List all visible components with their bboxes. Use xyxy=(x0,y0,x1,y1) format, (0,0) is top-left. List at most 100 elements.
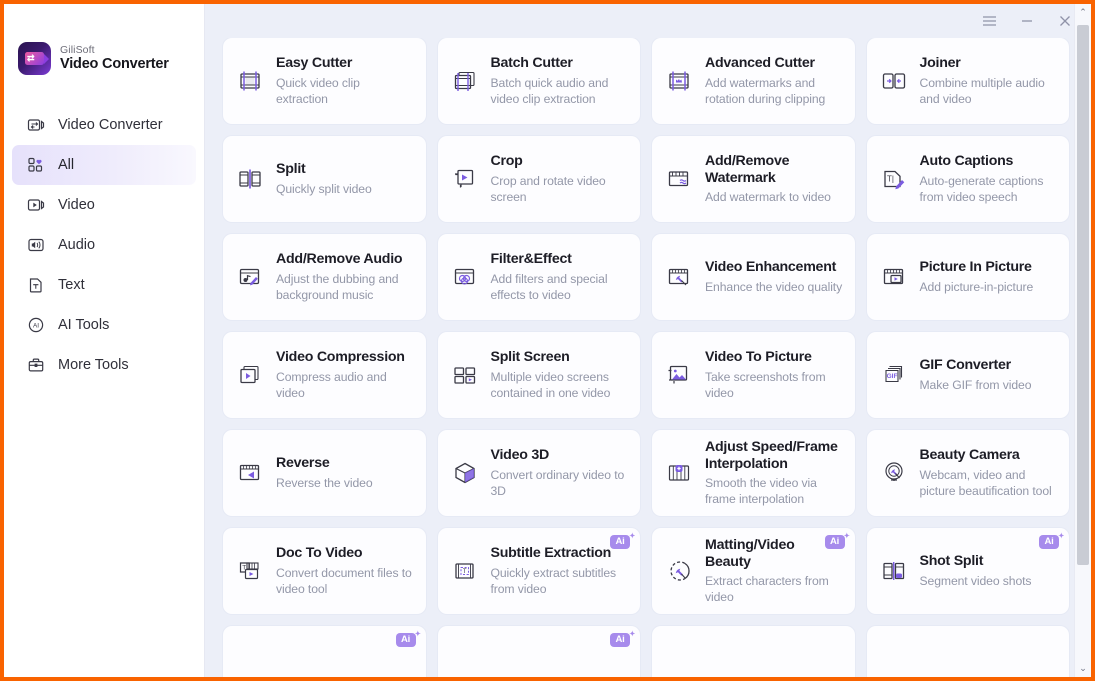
tool-card[interactable]: Ai xyxy=(223,626,426,677)
tool-card-text: Crop Crop and rotate video screen xyxy=(491,153,629,205)
vertical-scrollbar[interactable]: ⌃ ⌄ xyxy=(1074,4,1091,677)
tool-card[interactable]: T Subtitle Extraction Quickly extract subt… xyxy=(437,528,640,614)
tool-card[interactable]: Matting/Video Beauty Extract characters f… xyxy=(652,528,855,614)
tool-card[interactable]: Add/Remove Audio Adjust the dubbing and b… xyxy=(223,234,426,320)
tool-card-description: Multiple video screens contained in one … xyxy=(490,369,611,400)
tool-card[interactable] xyxy=(866,626,1069,677)
titlebar xyxy=(205,4,1091,38)
tool-card[interactable]: Ai xyxy=(437,626,640,677)
tool-card[interactable]: Split Quickly split video xyxy=(223,136,426,222)
tool-card[interactable]: Batch Cutter Batch quick audio and video … xyxy=(437,38,640,124)
scroll-down-arrow[interactable]: ⌄ xyxy=(1075,660,1091,677)
tool-card-text: Adjust Speed/Frame Interpolation Smooth t… xyxy=(705,439,843,508)
tool-card-description: Crop and rotate video screen xyxy=(490,173,606,204)
tool-card[interactable]: Shot Split Segment video shots Ai xyxy=(866,528,1069,614)
tool-card[interactable]: Filter&Effect Add filters and special eff… xyxy=(437,234,640,320)
tool-card-description: Make GIF from video xyxy=(919,377,1032,392)
tool-icon xyxy=(235,654,265,677)
tool-card[interactable]: Split Screen Multiple video screens conta… xyxy=(437,332,640,418)
tool-card[interactable]: T| Auto Captions Auto-generate captions fr… xyxy=(866,136,1069,222)
tool-card[interactable]: GIF GIF Converter Make GIF from video xyxy=(866,332,1069,418)
tool-card-title: Beauty Camera xyxy=(919,447,1020,464)
tool-card[interactable] xyxy=(652,626,855,677)
tool-card[interactable]: Adjust Speed/Frame Interpolation Smooth t… xyxy=(652,430,855,516)
tool-card[interactable]: Picture In Picture Add picture-in-picture xyxy=(866,234,1069,320)
tool-card-title: Add/Remove Watermark xyxy=(705,152,790,186)
minimize-icon[interactable] xyxy=(1017,11,1037,31)
tool-card[interactable]: Video Enhancement Enhance the video quali… xyxy=(652,234,855,320)
tool-card-title: Picture In Picture xyxy=(919,259,1032,276)
tool-card-description: Quickly extract subtitles from video xyxy=(490,565,617,596)
tool-card-title: Adjust Speed/Frame Interpolation xyxy=(705,438,838,472)
tool-card-description: Segment video shots xyxy=(919,573,1032,588)
tool-card-description: Combine multiple audio and video xyxy=(919,75,1045,106)
scroll-up-arrow[interactable]: ⌃ xyxy=(1075,4,1091,21)
tool-card[interactable]: Easy Cutter Quick video clip extraction xyxy=(223,38,426,124)
tool-card[interactable]: Crop Crop and rotate video screen xyxy=(437,136,640,222)
sidebar-item-ai-tools[interactable]: AI AI Tools xyxy=(12,305,196,345)
tool-card-title: Auto Captions xyxy=(919,153,1014,170)
sidebar-item-label: Audio xyxy=(58,237,96,253)
filter-icon xyxy=(450,262,480,292)
tool-card[interactable]: Add/Remove Watermark Add watermark to vid… xyxy=(652,136,855,222)
tool-card-text: Add/Remove Audio Adjust the dubbing and b… xyxy=(276,251,414,303)
pip-icon xyxy=(879,262,909,292)
close-icon[interactable] xyxy=(1055,11,1075,31)
tool-card[interactable]: T Doc To Video Convert document files to v… xyxy=(223,528,426,614)
tool-card-description: Add watermarks and rotation during clipp… xyxy=(705,75,826,106)
sidebar-item-more-tools[interactable]: More Tools xyxy=(12,345,196,385)
tool-card[interactable]: Reverse Reverse the video xyxy=(223,430,426,516)
beauty-camera-icon xyxy=(879,458,909,488)
brand-logo-block: ⇄ GiliSoft Video Converter xyxy=(4,34,204,75)
ai-badge: Ai xyxy=(824,530,849,549)
tool-card-description: Webcam, video and picture beautification… xyxy=(919,467,1052,498)
reverse-icon xyxy=(235,458,265,488)
tools-scroll-area: Easy Cutter Quick video clip extraction Ba… xyxy=(205,38,1091,677)
tool-card-title: Shot Split xyxy=(919,553,984,570)
sidebar-item-text[interactable]: Text xyxy=(12,265,196,305)
enhance-icon xyxy=(664,262,694,292)
sidebar-item-video[interactable]: Video xyxy=(12,185,196,225)
tool-card-description: Enhance the video quality xyxy=(705,279,843,294)
audio-edit-icon xyxy=(235,262,265,292)
sidebar-item-all[interactable]: All xyxy=(12,145,196,185)
tool-card-title: GIF Converter xyxy=(919,357,1012,374)
menu-icon[interactable] xyxy=(979,11,999,31)
split-icon xyxy=(235,164,265,194)
sidebar-nav: Video Converter All Video Audio Text AI … xyxy=(4,105,204,385)
sidebar-item-video-converter[interactable]: Video Converter xyxy=(12,105,196,145)
sidebar-item-audio[interactable]: Audio xyxy=(12,225,196,265)
tool-card-description: Reverse the video xyxy=(276,475,373,490)
tool-card[interactable]: Joiner Combine multiple audio and video xyxy=(866,38,1069,124)
brand-company: GiliSoft xyxy=(60,44,95,57)
tool-card[interactable]: Video To Picture Take screenshots from vi… xyxy=(652,332,855,418)
scrollbar-thumb[interactable] xyxy=(1077,25,1089,565)
tool-card-text: Video Enhancement Enhance the video quali… xyxy=(705,259,842,294)
ai-circle-icon: AI xyxy=(26,316,45,335)
tool-card-text: Beauty Camera Webcam, video and picture b… xyxy=(920,447,1058,499)
ai-badge: Ai xyxy=(1039,530,1064,549)
tool-card[interactable]: Video Compression Compress audio and vide… xyxy=(223,332,426,418)
tool-card-description: Add filters and special effects to video xyxy=(490,271,608,302)
ai-badge: Ai xyxy=(610,628,635,647)
tool-card-title: Video 3D xyxy=(490,447,550,464)
app-logo-icon: ⇄ xyxy=(18,42,51,75)
tool-icon xyxy=(450,654,480,677)
video-to-picture-icon xyxy=(664,360,694,390)
video-icon xyxy=(26,196,45,215)
sidebar-item-label: AI Tools xyxy=(58,317,110,333)
text-icon xyxy=(26,276,45,295)
tool-card-text: Easy Cutter Quick video clip extraction xyxy=(276,55,414,107)
tool-card[interactable]: Advanced Cutter Add watermarks and rotati… xyxy=(652,38,855,124)
subtitle-icon: T xyxy=(450,556,480,586)
scrollbar-track[interactable] xyxy=(1075,21,1091,660)
cube-icon xyxy=(450,458,480,488)
tool-card-description: Smooth the video via frame interpolation xyxy=(705,476,817,507)
tool-card-title: Joiner xyxy=(919,55,961,72)
captions-icon: T| xyxy=(879,164,909,194)
tool-card-title: Split xyxy=(276,161,306,178)
tool-card-title: Subtitle Extraction xyxy=(490,545,612,562)
tool-card-text: Split Screen Multiple video screens conta… xyxy=(491,349,629,401)
tool-card[interactable]: Video 3D Convert ordinary video to 3D xyxy=(437,430,640,516)
tool-card[interactable]: Beauty Camera Webcam, video and picture b… xyxy=(866,430,1069,516)
